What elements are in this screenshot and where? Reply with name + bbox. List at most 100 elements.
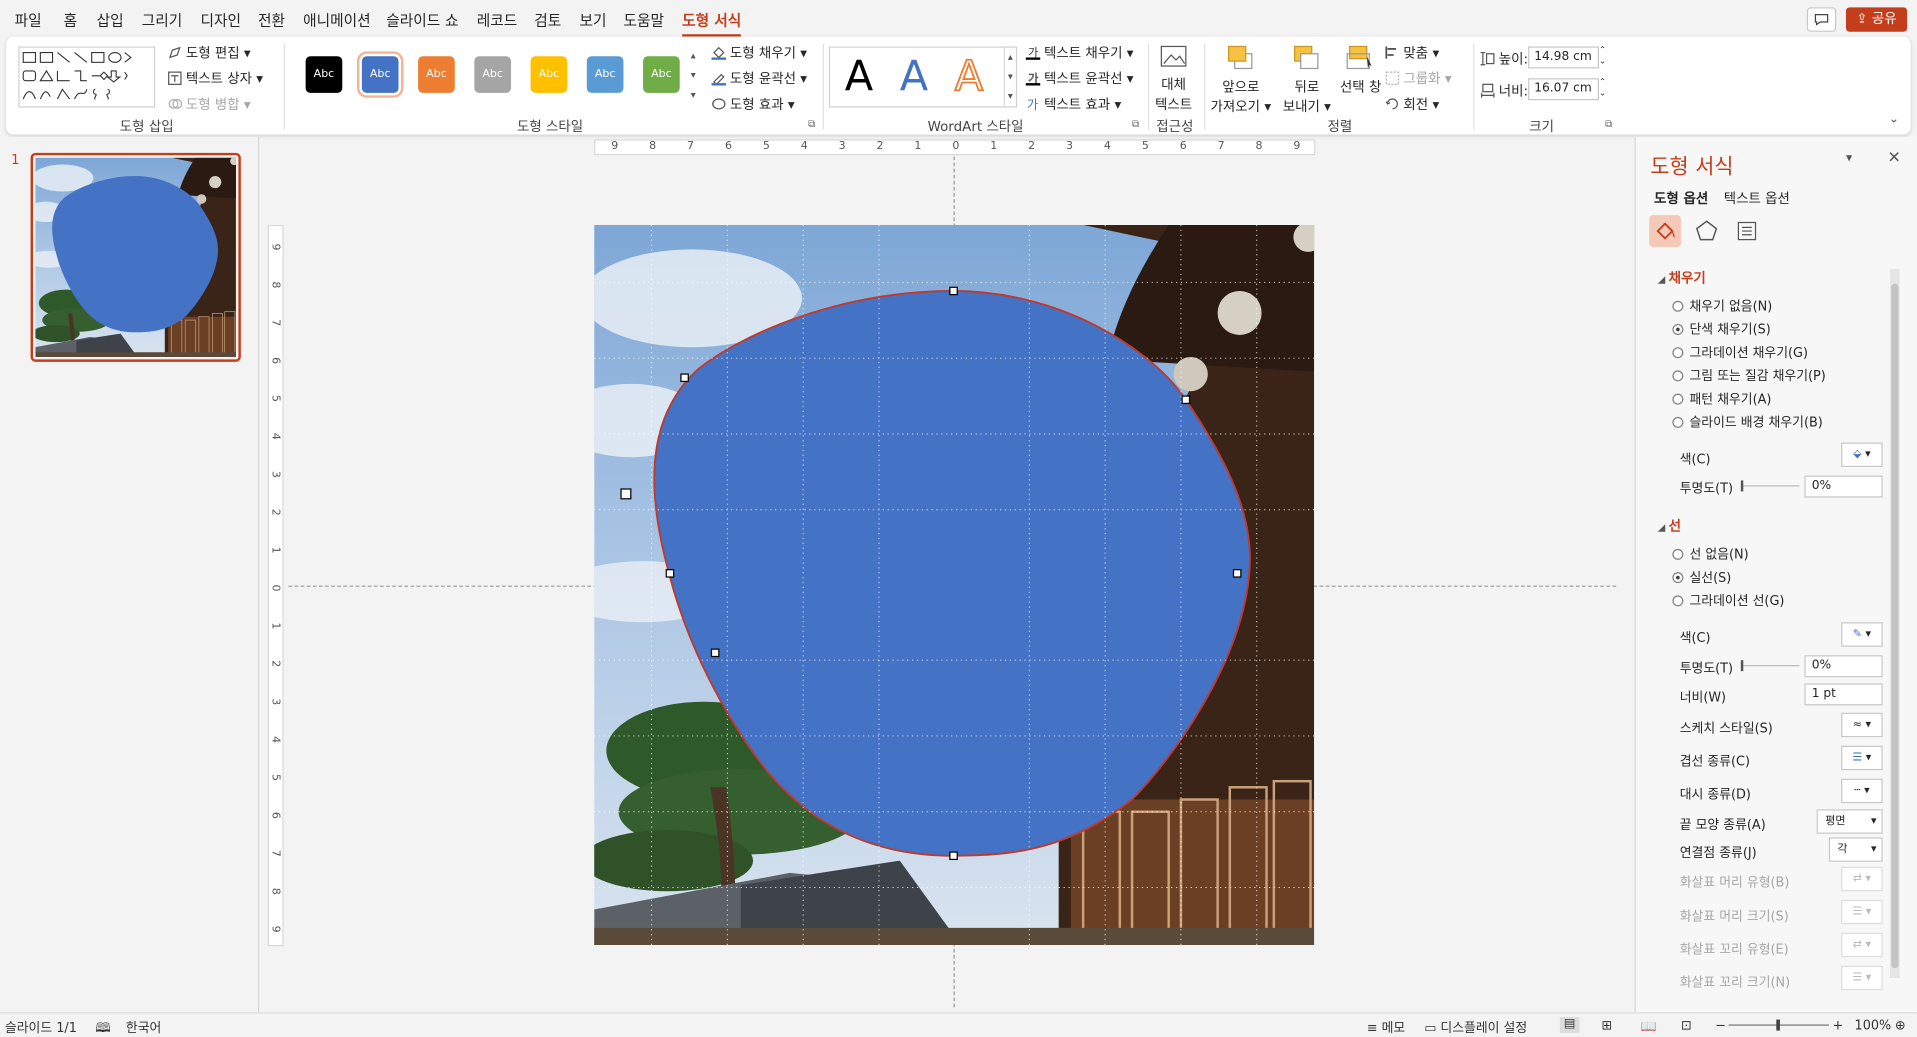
menu-review[interactable]: 검토 (534, 10, 561, 31)
shape-style-tile[interactable]: Abc (643, 56, 680, 93)
pane-scroll-thumb[interactable] (1891, 283, 1899, 969)
menu-transitions[interactable]: 전환 (258, 10, 285, 31)
pane-options-dropdown[interactable]: ▾ (1846, 152, 1852, 165)
join-type-dropdown[interactable]: 각 ▾ (1828, 837, 1883, 862)
fill-color-picker[interactable]: ⬙ ▾ (1841, 442, 1883, 467)
fill-option[interactable]: 그림 또는 질감 채우기(P) (1672, 367, 1826, 385)
wordart-gallery-scroll[interactable]: ▴ ▾ ▾ (1003, 47, 1016, 107)
collapse-ribbon-button[interactable]: ⌄ (1889, 112, 1899, 125)
language-indicator[interactable]: 한국어 (126, 1018, 161, 1036)
menu-view[interactable]: 보기 (579, 10, 606, 31)
cap-type-dropdown[interactable]: 평면 ▾ (1816, 809, 1883, 834)
shape-style-tile[interactable]: Abc (356, 51, 404, 98)
shape-style-tile[interactable]: Abc (418, 56, 455, 93)
radio-button[interactable] (1672, 300, 1684, 312)
group-button[interactable]: 그룹화 ▾ (1385, 68, 1452, 88)
menu-design[interactable]: 디자인 (200, 10, 240, 31)
menu-help[interactable]: 도움말 (623, 10, 663, 31)
shape-style-tile[interactable]: Abc (530, 56, 568, 93)
radio-button[interactable] (1672, 370, 1684, 382)
radio-button[interactable] (1672, 548, 1684, 560)
radio-button[interactable] (1672, 393, 1684, 405)
tab-shape-options[interactable]: 도형 옵션 (1654, 188, 1708, 208)
slide-thumbnail[interactable] (30, 152, 241, 362)
menu-slideshow[interactable]: 슬라이드 쇼 (386, 10, 458, 31)
radio-button[interactable] (1672, 572, 1684, 584)
menu-animations[interactable]: 애니메이션 (303, 10, 370, 31)
slide-sorter-button[interactable]: ⊞ (1601, 1018, 1612, 1033)
fill-option[interactable]: 채우기 없음(N) (1672, 297, 1772, 315)
height-input[interactable]: 14.98 cm (1528, 46, 1600, 69)
text-box-button[interactable]: 텍스트 상자 ▾ (167, 68, 263, 88)
shape-fill-button[interactable]: 도형 채우기 ▾ (711, 43, 807, 63)
fit-to-window-button[interactable]: ⊕ (1895, 1018, 1906, 1033)
menu-insert[interactable]: 삽입 (97, 10, 124, 31)
fill-section-header[interactable]: ◢ 채우기 (1658, 268, 1706, 288)
alt-text-button[interactable]: 대체 텍스트 (1153, 44, 1195, 114)
align-button[interactable]: 맞춤 ▾ (1385, 43, 1439, 63)
slideshow-button[interactable]: ⊡ (1681, 1018, 1692, 1033)
send-backward-button[interactable]: 뒤로 보내기 ▾ (1278, 44, 1337, 116)
edit-shape-button[interactable]: 도형 편집 ▾ (167, 43, 251, 63)
shape-outline-button[interactable]: 도형 윤곽선 ▾ (711, 68, 807, 88)
radio-button[interactable] (1672, 595, 1684, 607)
dash-type-dropdown[interactable]: ┄ ▾ (1841, 778, 1883, 804)
menu-home[interactable]: 홈 (64, 10, 78, 31)
size-launcher[interactable]: ⧉ (1605, 119, 1612, 131)
sketch-style-dropdown[interactable]: ≈ ▾ (1841, 712, 1883, 738)
end-arrow-size-dropdown[interactable]: ☰ ▾ (1841, 965, 1883, 991)
shape-styles-launcher[interactable]: ⧉ (808, 119, 815, 131)
wordart-launcher[interactable]: ⧉ (1132, 119, 1139, 131)
menu-draw[interactable]: 그리기 (142, 10, 182, 31)
compound-type-dropdown[interactable]: ☰ ▾ (1841, 745, 1883, 771)
close-pane-button[interactable]: ✕ (1888, 149, 1901, 167)
line-transparency-slider[interactable] (1740, 660, 1800, 672)
fill-line-tab[interactable] (1649, 215, 1681, 247)
menu-file[interactable]: 파일 (15, 10, 42, 31)
begin-arrow-type-dropdown[interactable]: ⇄ ▾ (1841, 866, 1883, 892)
zoom-out-button[interactable]: − (1715, 1018, 1726, 1033)
share-button[interactable]: ⇪ 공유 (1845, 7, 1908, 32)
line-width-input[interactable]: 1 pt (1804, 683, 1883, 706)
menu-record[interactable]: 레코드 (477, 10, 517, 31)
pane-scrollbar[interactable] (1889, 268, 1900, 979)
size-properties-tab[interactable] (1731, 215, 1763, 247)
slide-canvas[interactable] (594, 224, 1315, 945)
begin-arrow-size-dropdown[interactable]: ☰ ▾ (1841, 899, 1883, 925)
tab-text-options[interactable]: 텍스트 옵션 (1724, 188, 1790, 208)
merge-shapes-button[interactable]: 도형 병합 ▾ (167, 94, 251, 114)
text-effects-button[interactable]: 가 텍스트 효과 ▾ (1026, 94, 1121, 114)
end-arrow-type-dropdown[interactable]: ⇄ ▾ (1841, 932, 1883, 958)
fill-transparency-input[interactable]: 0% (1804, 475, 1883, 498)
accessibility-check-button[interactable]: 🕮 (95, 1018, 110, 1037)
comment-button[interactable] (1806, 7, 1837, 32)
text-outline-button[interactable]: 가 텍스트 윤곽선 ▾ (1025, 68, 1134, 88)
width-input[interactable]: 16.07 cm (1528, 78, 1600, 101)
wordart-style-black[interactable]: A (845, 53, 873, 102)
zoom-in-button[interactable]: + (1833, 1018, 1844, 1033)
line-section-header[interactable]: ◢ 선 (1658, 516, 1681, 536)
radio-button[interactable] (1672, 323, 1684, 335)
fill-option[interactable]: 단색 채우기(S) (1672, 320, 1771, 338)
fill-option[interactable]: 그라데이션 채우기(G) (1672, 344, 1808, 362)
wordart-style-blue[interactable]: A (900, 53, 928, 102)
zoom-slider[interactable] (1728, 1019, 1829, 1031)
display-settings-button[interactable]: ▭ 디스플레이 설정 (1424, 1018, 1527, 1036)
height-spinner[interactable]: ⌃ ⌄ (1599, 45, 1606, 67)
text-fill-button[interactable]: 가 텍스트 채우기 ▾ (1025, 43, 1134, 63)
shape-style-tile[interactable]: Abc (474, 56, 512, 93)
reading-view-button[interactable]: 📖 (1641, 1018, 1657, 1035)
fill-option[interactable]: 패턴 채우기(A) (1672, 390, 1771, 408)
rotate-button[interactable]: 회전 ▾ (1385, 94, 1439, 114)
line-transparency-input[interactable]: 0% (1804, 655, 1883, 678)
wordart-style-orange[interactable]: A (954, 52, 984, 103)
fill-transparency-slider[interactable] (1740, 480, 1800, 492)
notes-button[interactable]: ≡ 메모 (1367, 1018, 1405, 1036)
line-option[interactable]: 선 없음(N) (1672, 545, 1749, 563)
shape-effects-button[interactable]: 도형 효과 ▾ (711, 94, 795, 114)
shapes-gallery[interactable] (18, 46, 156, 108)
wordart-gallery[interactable]: A A A ▴ ▾ ▾ (828, 46, 1018, 108)
zoom-level[interactable]: 100% (1855, 1018, 1892, 1033)
radio-button[interactable] (1672, 416, 1684, 428)
effects-tab[interactable] (1691, 215, 1723, 247)
